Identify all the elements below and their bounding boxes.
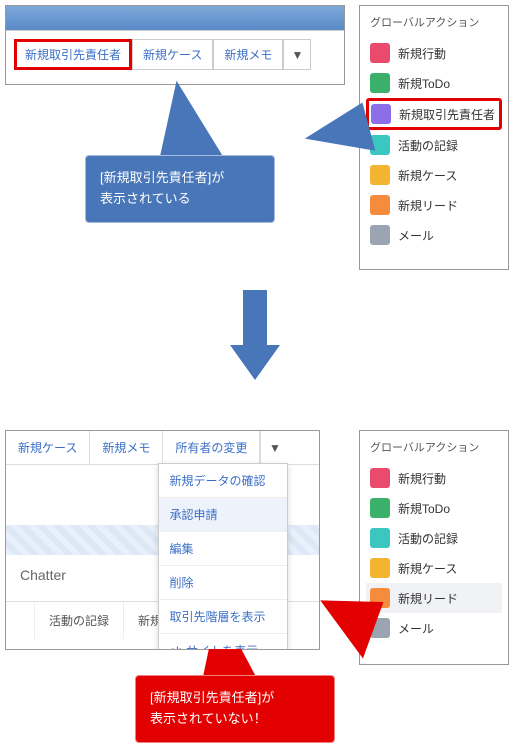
global-action-item[interactable]: 活動の記録 bbox=[366, 523, 502, 553]
global-action-item[interactable]: メール bbox=[366, 220, 502, 250]
global-action-item[interactable]: 新規行動 bbox=[366, 463, 502, 493]
new-case-button[interactable]: 新規ケース bbox=[6, 431, 90, 464]
dropdown-menu: 新規データの確認承認申請編集削除取引先階層を表示eb サイトを表示 bbox=[158, 463, 288, 650]
dropdown-item[interactable]: 承認申請 bbox=[159, 498, 287, 532]
global-actions-panel-top: グローバルアクション 新規行動新規ToDo 新規取引先責任者活動の記録新規ケース新… bbox=[359, 5, 509, 270]
action-label: 新規リード bbox=[398, 590, 458, 607]
dropdown-caret[interactable]: ▼ bbox=[283, 39, 311, 70]
arrow-down-icon bbox=[230, 290, 280, 380]
global-action-item[interactable]: メール bbox=[366, 613, 502, 643]
action-icon bbox=[370, 528, 390, 548]
action-label: 活動の記録 bbox=[398, 137, 458, 154]
action-icon bbox=[370, 558, 390, 578]
action-icon bbox=[370, 165, 390, 185]
action-label: メール bbox=[398, 620, 434, 637]
new-case-button[interactable]: 新規ケース bbox=[132, 39, 213, 70]
tab-activity-log[interactable]: 活動の記録 bbox=[35, 602, 124, 639]
callout-line: 表示されていない！ bbox=[150, 709, 320, 730]
action-label: 新規ケース bbox=[398, 167, 457, 184]
global-action-item[interactable]: 新規ケース bbox=[366, 160, 502, 190]
dropdown-item[interactable]: 編集 bbox=[159, 532, 287, 566]
callout-line: [新規取引先責任者]が bbox=[150, 688, 320, 709]
action-icon bbox=[370, 43, 390, 63]
new-contact-button[interactable]: 新規取引先責任者 bbox=[14, 39, 132, 70]
action-label: メール bbox=[398, 227, 434, 244]
bottom-action-bar-screenshot: 新規ケース 新規メモ 所有者の変更 ▼ 新規データの確認承認申請編集削除取引先階… bbox=[5, 430, 320, 650]
global-action-item[interactable]: 新規取引先責任者 bbox=[366, 98, 502, 130]
action-label: 新規取引先責任者 bbox=[399, 106, 495, 123]
action-icon bbox=[370, 498, 390, 518]
action-label: 新規行動 bbox=[398, 470, 446, 487]
action-label: 新規ケース bbox=[398, 560, 457, 577]
action-icon bbox=[370, 468, 390, 488]
action-label: 新規リード bbox=[398, 197, 458, 214]
callout-line: [新規取引先責任者]が bbox=[100, 168, 260, 189]
global-action-item[interactable]: 活動の記録 bbox=[366, 130, 502, 160]
action-label: 新規行動 bbox=[398, 45, 446, 62]
callout-not-displayed: [新規取引先責任者]が 表示されていない！ bbox=[135, 675, 335, 743]
action-bar-bottom: 新規ケース 新規メモ 所有者の変更 ▼ 新規データの確認承認申請編集削除取引先階… bbox=[6, 431, 319, 465]
global-actions-title: グローバルアクション bbox=[366, 14, 502, 30]
global-action-item[interactable]: 新規ToDo bbox=[366, 68, 502, 98]
change-owner-button[interactable]: 所有者の変更 bbox=[163, 431, 260, 464]
banner-strip bbox=[6, 6, 344, 31]
action-label: 新規ToDo bbox=[398, 75, 450, 92]
dropdown-item[interactable]: 新規データの確認 bbox=[159, 464, 287, 498]
callout-line: 表示されている bbox=[100, 189, 260, 210]
action-label: 新規ToDo bbox=[398, 500, 450, 517]
action-icon bbox=[370, 195, 390, 215]
dropdown-caret[interactable]: ▼ bbox=[260, 431, 288, 464]
global-action-item[interactable]: 新規リード bbox=[366, 190, 502, 220]
action-label: 活動の記録 bbox=[398, 530, 458, 547]
dropdown-item[interactable]: 削除 bbox=[159, 566, 287, 600]
action-icon bbox=[370, 225, 390, 245]
global-action-item[interactable]: 新規行動 bbox=[366, 38, 502, 68]
global-action-item[interactable]: 新規リード bbox=[366, 583, 502, 613]
global-actions-panel-bottom: グローバルアクション 新規行動新規ToDo 活動の記録新規ケース新規リードメール bbox=[359, 430, 509, 665]
dropdown-item[interactable]: 取引先階層を表示 bbox=[159, 600, 287, 634]
top-action-bar-screenshot: 新規取引先責任者 新規ケース 新規メモ ▼ bbox=[5, 5, 345, 85]
new-memo-button[interactable]: 新規メモ bbox=[213, 39, 283, 70]
action-bar: 新規取引先責任者 新規ケース 新規メモ ▼ bbox=[6, 31, 344, 78]
action-icon bbox=[371, 104, 391, 124]
dropdown-item[interactable]: eb サイトを表示 bbox=[159, 634, 287, 650]
global-action-item[interactable]: 新規ToDo bbox=[366, 493, 502, 523]
callout-tail bbox=[152, 77, 224, 162]
tab-item[interactable] bbox=[6, 602, 35, 639]
global-action-item[interactable]: 新規ケース bbox=[366, 553, 502, 583]
global-actions-title: グローバルアクション bbox=[366, 439, 502, 455]
action-icon bbox=[370, 73, 390, 93]
callout-displayed: [新規取引先責任者]が 表示されている bbox=[85, 155, 275, 223]
new-memo-button[interactable]: 新規メモ bbox=[90, 431, 163, 464]
